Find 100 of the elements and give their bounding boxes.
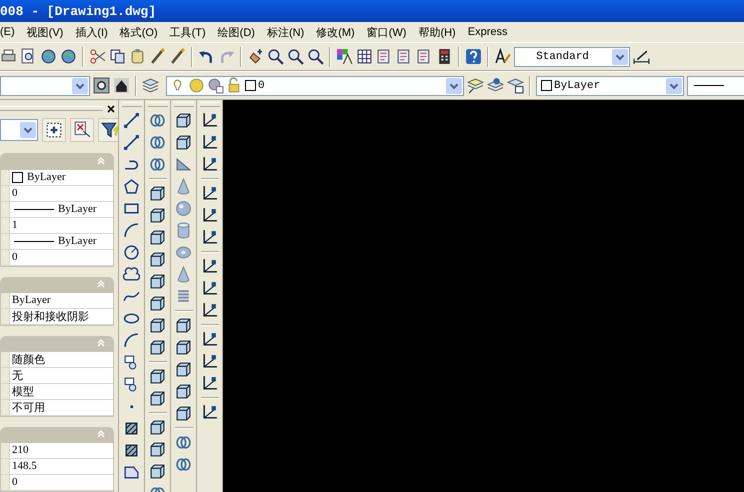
palette-icon[interactable] — [336, 48, 353, 65]
axes-icon[interactable] — [201, 375, 218, 392]
rings-icon[interactable] — [149, 156, 166, 173]
grid-icon[interactable] — [356, 48, 373, 65]
layers-icon[interactable] — [467, 77, 484, 94]
clipboard-icon[interactable] — [129, 48, 146, 65]
rings-icon[interactable] — [175, 434, 192, 451]
menu-item[interactable]: 帮助(H) — [418, 24, 456, 40]
property-value[interactable]: 0 — [9, 186, 113, 201]
property-value[interactable]: 投射和接收阴影 — [9, 308, 113, 324]
zoom-icon[interactable] — [267, 48, 284, 65]
select-objects-icon[interactable] — [42, 118, 66, 142]
box-icon[interactable] — [149, 463, 166, 480]
menu-item[interactable]: 视图(V) — [26, 24, 64, 40]
axes-icon[interactable] — [201, 280, 218, 297]
wedge-icon[interactable] — [175, 156, 192, 173]
property-value[interactable]: ByLayer — [9, 292, 113, 308]
property-value[interactable]: 210 — [9, 442, 113, 458]
property-value[interactable]: ByLayer — [9, 202, 113, 217]
menu-item[interactable]: 工具(T) — [170, 24, 206, 40]
box-icon[interactable] — [149, 251, 166, 268]
box-icon[interactable] — [175, 339, 192, 356]
line-icon[interactable] — [123, 134, 140, 151]
box-icon[interactable] — [175, 317, 192, 334]
rings-icon[interactable] — [149, 112, 166, 129]
calculator-icon[interactable] — [436, 48, 453, 65]
circle-icon[interactable] — [123, 244, 140, 261]
text-style-dropdown[interactable]: Standard — [514, 46, 630, 66]
box-icon[interactable] — [149, 390, 166, 407]
box-icon[interactable] — [149, 419, 166, 436]
menu-item[interactable]: Express — [468, 26, 508, 38]
axes-icon[interactable] — [201, 156, 218, 173]
axes-icon[interactable] — [201, 134, 218, 151]
rings-icon[interactable] — [149, 134, 166, 151]
axes-icon[interactable] — [201, 229, 218, 246]
filter-icon[interactable] — [98, 118, 118, 142]
axes-icon[interactable] — [201, 302, 218, 319]
layers-icon[interactable] — [487, 77, 504, 94]
property-value[interactable]: 无 — [9, 368, 113, 383]
hatch-icon[interactable] — [123, 420, 140, 437]
dimension-style-icon[interactable] — [633, 48, 650, 65]
axes-icon[interactable] — [201, 207, 218, 224]
cloud-icon[interactable] — [123, 266, 140, 283]
property-value[interactable]: 148.5 — [9, 458, 113, 474]
box-icon[interactable] — [175, 361, 192, 378]
axes-icon[interactable] — [201, 331, 218, 348]
copy-icon[interactable] — [109, 48, 126, 65]
box-icon[interactable] — [149, 368, 166, 385]
box-icon[interactable] — [175, 405, 192, 422]
property-value[interactable]: 0 — [9, 474, 113, 490]
menu-item[interactable]: 标注(N) — [266, 24, 304, 40]
cone-icon[interactable] — [175, 266, 192, 283]
line-icon[interactable] — [123, 112, 140, 129]
axes-icon[interactable] — [201, 258, 218, 275]
box-icon[interactable] — [149, 273, 166, 290]
box-icon[interactable] — [149, 317, 166, 334]
zoom-icon[interactable] — [307, 48, 324, 65]
arc-icon[interactable] — [123, 332, 140, 349]
scissors-icon[interactable] — [89, 48, 106, 65]
region-icon[interactable] — [123, 464, 140, 481]
color-dropdown[interactable]: ByLayer — [536, 76, 684, 96]
box-icon[interactable] — [149, 207, 166, 224]
property-value[interactable]: 0 — [9, 250, 113, 265]
pick-cursor-icon[interactable] — [70, 118, 94, 142]
axes-icon[interactable] — [201, 185, 218, 202]
menu-item[interactable]: 修改(M) — [316, 24, 355, 40]
close-icon[interactable] — [106, 104, 116, 114]
brush-icon[interactable] — [169, 48, 186, 65]
box-icon[interactable] — [149, 441, 166, 458]
cylinder-icon[interactable] — [175, 222, 192, 239]
text-style-icon[interactable] — [494, 48, 511, 65]
box-icon[interactable] — [175, 112, 192, 129]
hatch-icon[interactable] — [123, 442, 140, 459]
box-icon[interactable] — [149, 229, 166, 246]
property-value[interactable]: 模型 — [9, 384, 113, 399]
box-icon[interactable] — [149, 295, 166, 312]
sphere-icon[interactable] — [175, 200, 192, 217]
zoom-icon[interactable] — [287, 48, 304, 65]
menu-item[interactable]: 窗口(W) — [366, 24, 406, 40]
property-value[interactable]: ByLayer — [9, 234, 113, 249]
property-value[interactable]: 随颜色 — [9, 352, 113, 367]
menu-item[interactable]: 绘图(D) — [218, 24, 255, 40]
box-icon[interactable] — [175, 134, 192, 151]
menu-item[interactable]: 格式(O) — [120, 24, 158, 40]
axes-icon[interactable] — [201, 353, 218, 370]
globe-icon[interactable] — [40, 48, 57, 65]
cone-icon[interactable] — [175, 178, 192, 195]
box-icon[interactable] — [149, 339, 166, 356]
brush-icon[interactable] — [149, 48, 166, 65]
helix-icon[interactable] — [175, 288, 192, 305]
linetype-dropdown[interactable] — [687, 76, 744, 96]
menu-item[interactable]: (E) — [0, 26, 15, 38]
layer-dropdown[interactable]: 0 — [166, 76, 464, 96]
box-icon[interactable] — [149, 185, 166, 202]
property-value[interactable]: 不可用 — [9, 400, 113, 415]
undo-icon[interactable] — [198, 48, 215, 65]
help-icon[interactable] — [465, 48, 482, 65]
box-icon[interactable] — [175, 383, 192, 400]
rings-icon[interactable] — [175, 456, 192, 473]
axes-icon[interactable] — [201, 112, 218, 129]
